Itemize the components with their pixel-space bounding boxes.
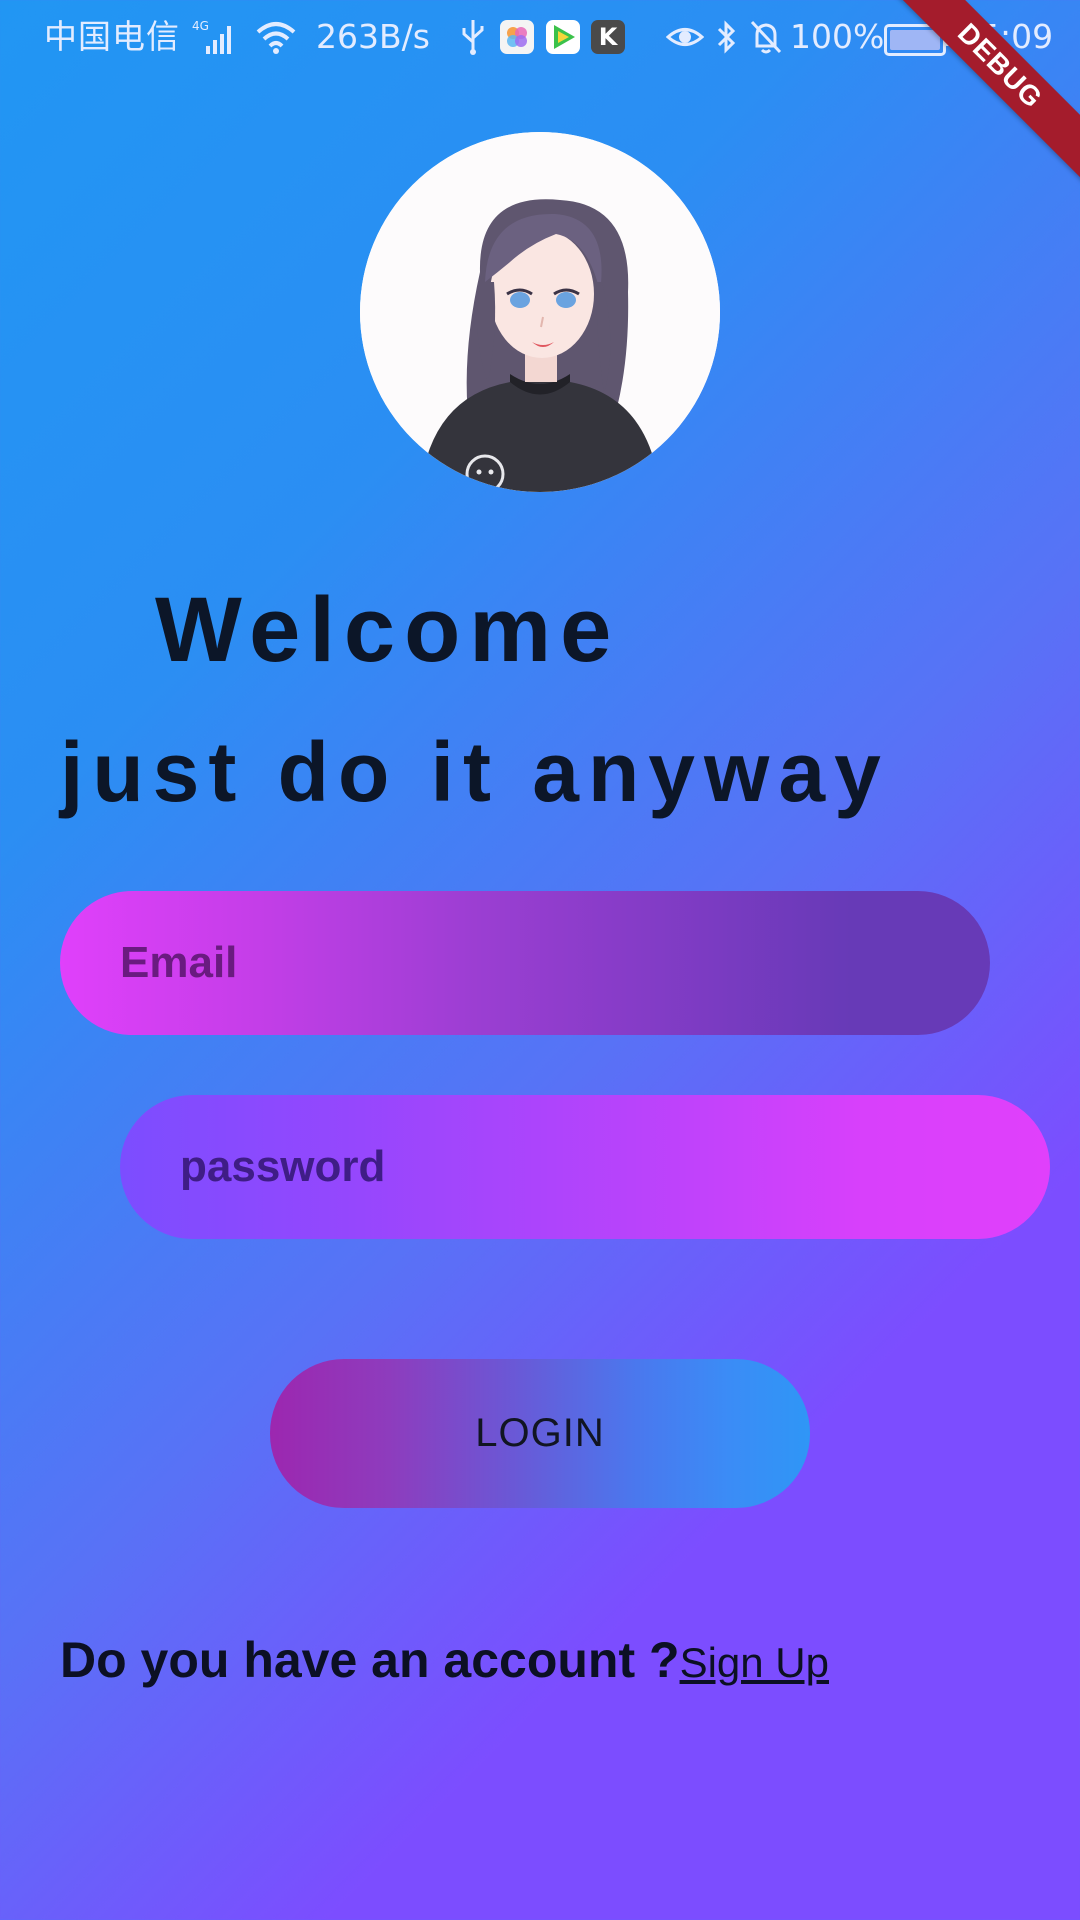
wifi-icon	[255, 18, 297, 65]
password-field-container	[120, 1095, 1050, 1239]
account-prompt: Do you have an account ?Sign Up	[60, 1630, 829, 1703]
email-field-container	[60, 891, 990, 1035]
usb-icon	[458, 16, 488, 65]
password-field[interactable]	[120, 1095, 1050, 1239]
video-app-icon	[546, 20, 580, 54]
bluetooth-icon	[713, 17, 739, 66]
carrier-name: 中国电信	[44, 17, 180, 56]
eye-icon	[665, 18, 705, 65]
k-app-icon: K	[591, 20, 625, 54]
network-type: 4G	[192, 19, 209, 33]
tagline: just do it anyway	[60, 725, 890, 819]
avatar	[360, 132, 720, 492]
signal-icon: 4G	[192, 18, 242, 65]
avatar-illustration	[360, 132, 720, 492]
gallery-app-icon	[500, 20, 534, 54]
network-speed: 263B/s	[316, 17, 430, 56]
sign-up-link[interactable]: Sign Up	[680, 1639, 829, 1686]
battery-percent: 100%	[790, 17, 885, 56]
account-question: Do you have an account ?	[60, 1632, 680, 1688]
login-button[interactable]: LOGIN	[270, 1359, 810, 1508]
email-field[interactable]	[60, 891, 990, 1035]
mute-bell-icon	[748, 18, 784, 65]
welcome-title: Welcome	[155, 579, 621, 681]
